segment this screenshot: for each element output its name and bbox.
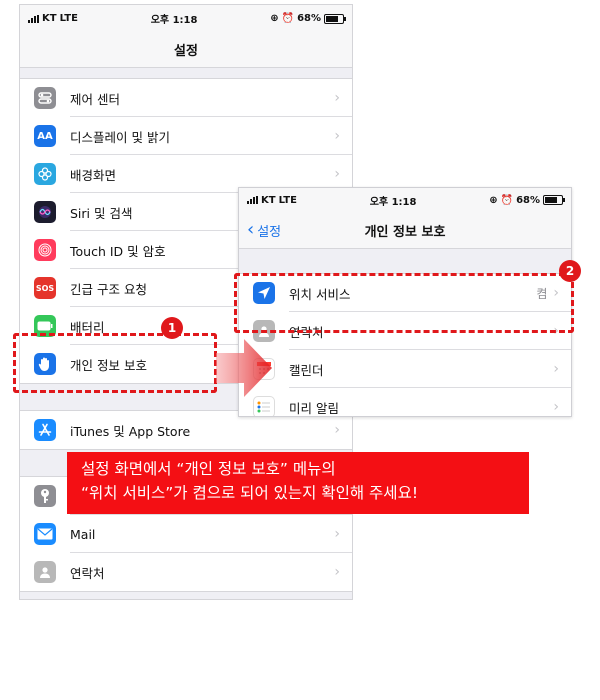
callout-line-2: “위치 서비스”가 켬으로 되어 있는지 확인해 주세요! [81, 484, 419, 502]
key-icon [34, 485, 56, 507]
chevron-right-icon: › [334, 564, 340, 580]
chevron-right-icon: › [553, 361, 559, 377]
carrier-label: KT [42, 13, 57, 24]
back-button[interactable]: ‹ 설정 [247, 212, 281, 248]
rotation-lock-icon: ⊕ [489, 194, 498, 206]
settings-row-contacts[interactable]: 연락처 › [20, 553, 352, 591]
step-badge-2: 2 [559, 260, 581, 282]
row-label: 디스플레이 및 밝기 [70, 129, 170, 145]
chevron-left-icon: ‹ [247, 219, 255, 240]
callout-line-1: 설정 화면에서 “개인 정보 보호” 메뉴의 [81, 460, 336, 478]
network-label: LTE [59, 13, 78, 24]
settings-row-control-center[interactable]: 제어 센터 › [20, 79, 352, 117]
chevron-right-icon: › [553, 399, 559, 415]
clock-label: 오후 1:18 [369, 196, 417, 208]
privacy-row-calendar[interactable]: 캘린더 › [239, 350, 571, 388]
row-label: 미리 알림 [289, 400, 339, 416]
alarm-icon: ⏰ [281, 13, 295, 24]
chevron-right-icon: › [334, 422, 340, 438]
privacy-row-reminders[interactable]: 미리 알림 › [239, 388, 571, 416]
mail-icon [34, 523, 56, 545]
control-center-icon [34, 87, 56, 109]
network-label: LTE [278, 194, 297, 206]
fingerprint-icon [34, 239, 56, 261]
siri-icon [34, 201, 56, 223]
battery-status-icon [543, 195, 565, 205]
alarm-icon: ⏰ [500, 194, 514, 206]
signal-icon [28, 14, 39, 23]
settings-row-mail[interactable]: Mail › [20, 515, 352, 553]
chevron-right-icon: › [334, 526, 340, 542]
row-label: 배경화면 [70, 167, 117, 183]
settings-navbar: 설정 [20, 32, 352, 68]
arrow-right-icon [216, 339, 272, 397]
sos-icon: SOS [34, 277, 56, 299]
signal-icon [247, 196, 258, 204]
wallpaper-icon [34, 163, 56, 185]
page-title: 개인 정보 보호 [364, 224, 446, 240]
step-badge-1: 1 [161, 317, 183, 339]
row-label: iTunes 및 App Store [70, 423, 191, 439]
battery-percent: 68% [297, 13, 321, 24]
row-label: 캘린더 [289, 362, 324, 378]
battery-percent: 68% [516, 194, 540, 206]
rotation-lock-icon: ⊕ [270, 13, 279, 24]
clock-label: 오후 1:18 [150, 15, 198, 26]
carrier-label: KT [261, 194, 276, 206]
status-bar: KT LTE 오후 1:18 ⊕ ⏰ 68% [239, 188, 571, 212]
back-label: 설정 [257, 224, 282, 240]
display-brightness-icon: AA [34, 125, 56, 147]
row-label: 연락처 [70, 565, 105, 581]
page-title: 설정 [174, 44, 198, 59]
chevron-right-icon: › [334, 166, 340, 182]
instruction-callout: 설정 화면에서 “개인 정보 보호” 메뉴의 “위치 서비스”가 켬으로 되어 … [67, 452, 529, 514]
privacy-highlight-box [13, 333, 217, 393]
row-label: Mail [70, 526, 96, 542]
location-services-highlight-box [234, 273, 574, 333]
contacts-icon [34, 561, 56, 583]
battery-status-icon [324, 13, 346, 24]
chevron-right-icon: › [334, 128, 340, 144]
settings-row-display[interactable]: AA 디스플레이 및 밝기 › [20, 117, 352, 155]
privacy-navbar: ‹ 설정 개인 정보 보호 [239, 212, 571, 249]
app-store-icon [34, 419, 56, 441]
chevron-right-icon: › [334, 90, 340, 106]
row-label: 제어 센터 [70, 91, 120, 107]
status-bar: KT LTE 오후 1:18 ⊕ ⏰ 68% [20, 5, 352, 32]
